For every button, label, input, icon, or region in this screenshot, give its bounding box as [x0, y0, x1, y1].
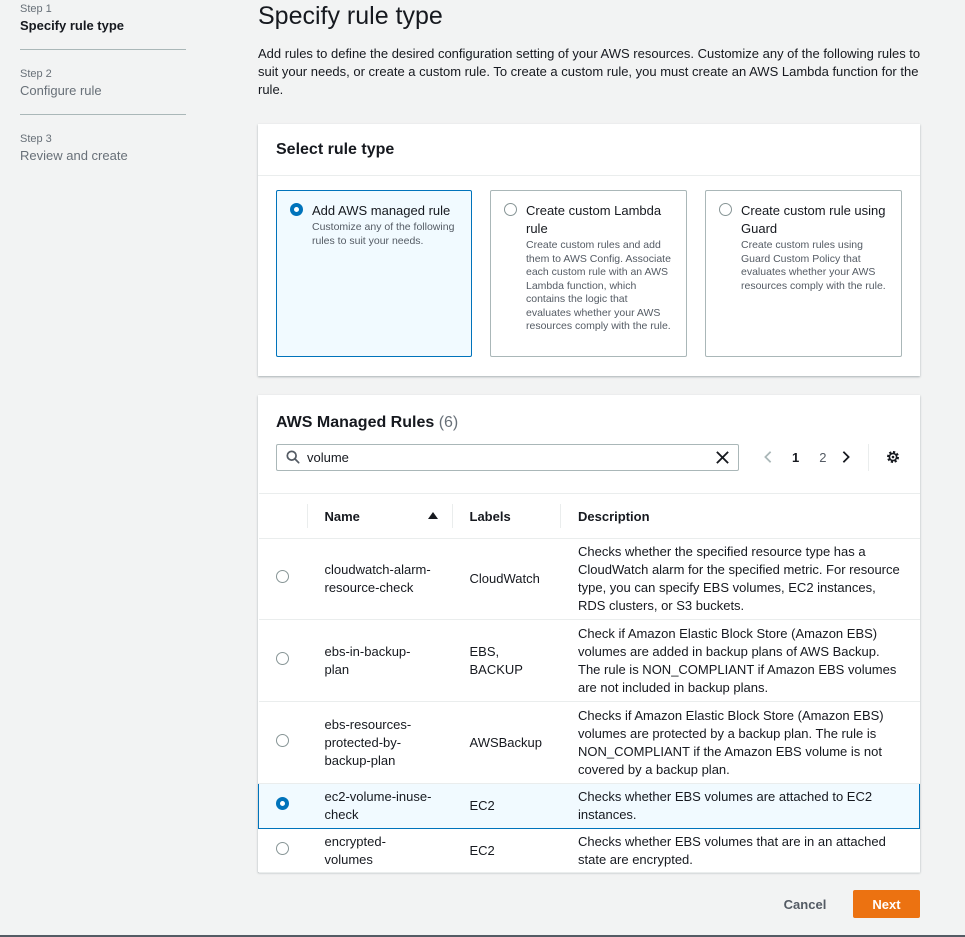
step-divider: [20, 49, 186, 50]
gear-icon[interactable]: [885, 449, 901, 465]
search-box[interactable]: [276, 444, 739, 471]
row-select-cell[interactable]: [258, 828, 307, 873]
step-2[interactable]: Step 2 Configure rule: [20, 65, 186, 100]
rule-labels: AWSBackup: [451, 701, 560, 784]
row-select-cell[interactable]: [258, 701, 307, 784]
column-divider: [560, 504, 561, 528]
panel-title: Select rule type: [276, 141, 395, 158]
panel-title-text: AWS Managed Rules: [276, 414, 435, 431]
select-column-header: [258, 493, 307, 539]
row-select-cell[interactable]: [258, 538, 307, 620]
row-select-cell[interactable]: [258, 783, 307, 829]
tile-custom-lambda-rule[interactable]: Create custom Lambda rule Create custom …: [490, 190, 687, 357]
panel-header: AWS Managed Rules (6): [258, 395, 920, 431]
table-row[interactable]: cloudwatch-alarm-resource-check CloudWat…: [258, 538, 920, 620]
tile-title: Add AWS managed rule: [312, 203, 451, 218]
step-label[interactable]: Configure rule: [20, 82, 186, 100]
page-intro: Add rules to define the desired configur…: [258, 46, 921, 97]
column-label: Description: [578, 508, 650, 524]
tile-title: Create custom Lambda rule: [526, 203, 662, 236]
rule-description: Checks whether EBS volumes are attached …: [560, 783, 920, 829]
step-number: Step 3: [20, 133, 52, 145]
pagination: 1 2: [761, 445, 853, 469]
labels-column-header: Labels: [451, 493, 560, 539]
row-select-cell[interactable]: [258, 619, 307, 702]
sort-ascending-icon[interactable]: [427, 512, 438, 519]
panel-header: Select rule type: [258, 124, 920, 176]
rule-description: Checks whether EBS volumes that are in a…: [560, 828, 920, 873]
rule-labels: EC2: [451, 828, 560, 873]
table-row[interactable]: ebs-resources-protected-by-backup-plan A…: [258, 701, 920, 784]
column-divider: [306, 504, 308, 528]
step-label[interactable]: Review and create: [20, 147, 186, 165]
chevron-left-icon[interactable]: [761, 450, 775, 464]
chevron-right-icon[interactable]: [839, 450, 853, 464]
rule-name: ec2-volume-inuse-check: [306, 783, 452, 829]
search-input[interactable]: [307, 448, 707, 467]
pagination-divider: [868, 444, 869, 471]
table-row[interactable]: ebs-in-backup-plan EBS, BACKUP Check if …: [258, 619, 920, 702]
rule-count: (6): [438, 414, 459, 431]
page-1-button[interactable]: 1: [792, 450, 799, 465]
rules-table: Name Labels Description cloudwatch-alarm…: [258, 493, 920, 873]
step-number: Step 1: [20, 3, 52, 15]
tile-aws-managed-rule[interactable]: Add AWS managed rule Customize any of th…: [276, 190, 472, 357]
rule-name: encrypted-volumes: [306, 828, 452, 873]
tile-description: Create custom rules using Guard Custom P…: [741, 239, 886, 292]
row-radio[interactable]: [275, 651, 289, 665]
step-label: Specify rule type: [20, 18, 125, 33]
panel-title: AWS Managed Rules (6): [276, 413, 902, 433]
rule-labels: EC2: [451, 783, 560, 829]
step-1: Step 1 Specify rule type: [20, 0, 186, 35]
name-column-header[interactable]: Name: [306, 493, 452, 539]
row-radio[interactable]: [275, 570, 289, 583]
page-title: Specify rule type: [258, 2, 443, 30]
tile-custom-guard-rule[interactable]: Create custom rule using Guard Create cu…: [705, 190, 902, 357]
step-divider: [20, 114, 186, 115]
radio-button[interactable]: [504, 203, 517, 216]
column-label: Labels: [469, 508, 511, 524]
rule-name: cloudwatch-alarm-resource-check: [306, 538, 452, 620]
next-button[interactable]: Next: [853, 890, 920, 918]
radio-button[interactable]: [719, 203, 732, 216]
tile-description: Create custom rules and add them to AWS …: [526, 239, 671, 332]
wizard-steps: Step 1 Specify rule type Step 2 Configur…: [20, 0, 186, 165]
page-2-button[interactable]: 2: [819, 450, 826, 465]
tile-description: Customize any of the following rules to …: [312, 221, 455, 247]
table-header-row: Name Labels Description: [258, 493, 920, 539]
rule-description: Check if Amazon Elastic Block Store (Ama…: [560, 619, 920, 702]
tile-title: Create custom rule using Guard: [741, 203, 886, 236]
column-label: Name: [324, 508, 360, 524]
rule-labels: CloudWatch: [451, 538, 560, 620]
column-divider: [451, 504, 453, 528]
cancel-button[interactable]: Cancel: [768, 890, 842, 918]
description-column-header: Description: [560, 493, 920, 539]
rule-name: ebs-in-backup-plan: [306, 619, 452, 702]
search-icon: [286, 450, 300, 464]
clear-icon[interactable]: [715, 450, 730, 465]
aws-managed-rules-panel: AWS Managed Rules (6) 1 2: [258, 395, 920, 873]
table-row[interactable]: encrypted-volumes EC2 Checks whether EBS…: [258, 828, 920, 873]
rule-description: Checks whether the specified resource ty…: [560, 538, 920, 620]
row-radio[interactable]: [276, 797, 289, 810]
step-3[interactable]: Step 3 Review and create: [20, 130, 186, 165]
step-number: Step 2: [20, 68, 52, 80]
rule-description: Checks if Amazon Elastic Block Store (Am…: [560, 701, 920, 784]
select-rule-type-panel: Select rule type Add AWS managed rule Cu…: [258, 124, 920, 376]
table-row-selected[interactable]: ec2-volume-inuse-check EC2 Checks whethe…: [258, 783, 920, 829]
row-radio[interactable]: [275, 841, 289, 855]
rule-labels: EBS, BACKUP: [451, 619, 560, 702]
row-radio[interactable]: [275, 733, 289, 747]
radio-button[interactable]: [290, 203, 303, 216]
rule-name: ebs-resources-protected-by-backup-plan: [306, 701, 452, 784]
